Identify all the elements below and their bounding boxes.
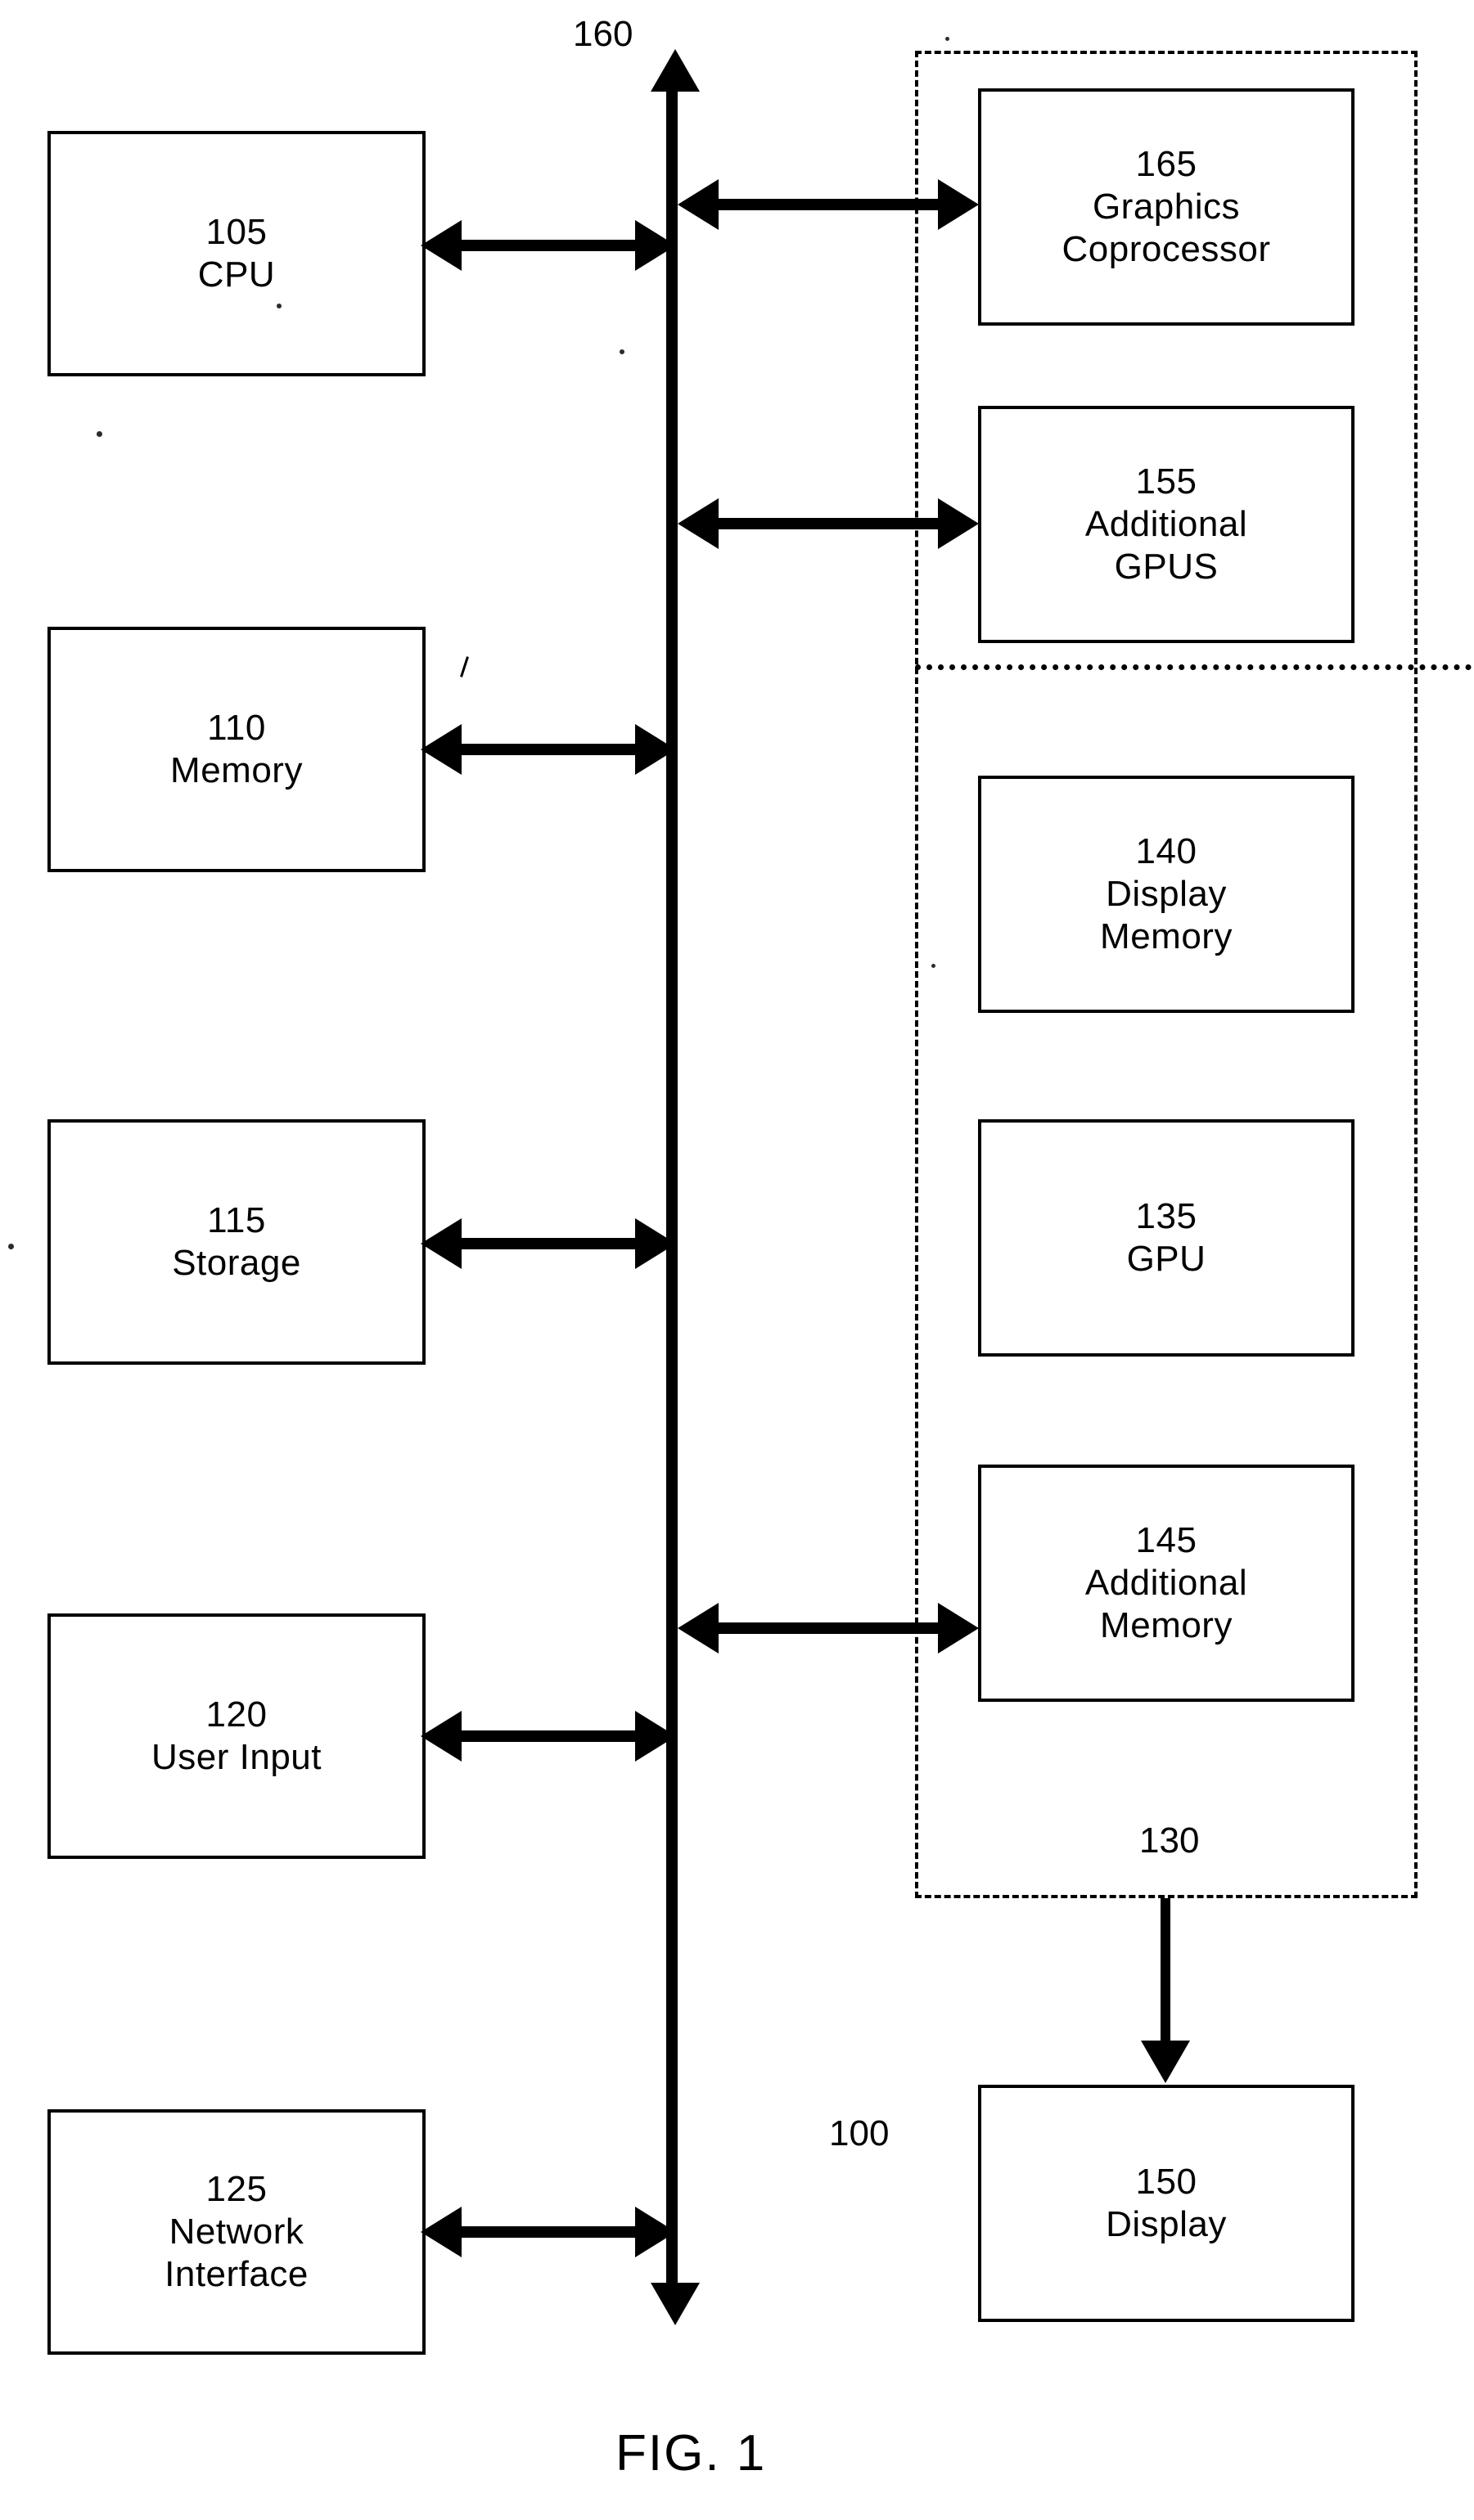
component-box-gpu[interactable]: 135 GPU (978, 1119, 1355, 1357)
connector-display-shaft (1161, 1898, 1170, 2044)
connector-additional-gpus-arrowhead-left (678, 498, 719, 549)
component-ref-115: 115 (207, 1200, 266, 1241)
connector-memory-shaft (458, 744, 663, 755)
connector-network-arrowhead-left (421, 2207, 462, 2257)
component-box-display-memory[interactable]: 140 Display Memory (978, 776, 1355, 1013)
connector-coprocessor-shaft (715, 199, 941, 210)
connector-user-input-arrowhead-left (421, 1711, 462, 1762)
connector-storage-shaft (458, 1238, 663, 1249)
component-name-display-1: Display (1106, 874, 1227, 915)
scan-artifact-stroke (460, 656, 469, 677)
subsystem-internal-divider (915, 664, 1472, 670)
connector-subsystem-arrowhead-right (938, 1603, 979, 1654)
connector-storage-arrowhead-right (635, 1218, 676, 1269)
component-box-user-input[interactable]: 120 User Input (47, 1613, 426, 1859)
scan-speckle (945, 37, 949, 41)
component-box-network-interface[interactable]: 125 Network Interface (47, 2109, 426, 2355)
scan-speckle (8, 1244, 14, 1249)
component-ref-165: 165 (1135, 144, 1197, 185)
bus-ref-label: 160 (573, 14, 633, 54)
component-box-cpu[interactable]: 105 CPU (47, 131, 426, 376)
component-ref-135: 135 (1135, 1196, 1197, 1237)
connector-memory-arrowhead-left (421, 724, 462, 775)
component-name-gpus: GPUS (1114, 546, 1219, 587)
component-box-display[interactable]: 150 Display (978, 2085, 1355, 2322)
scan-speckle (620, 349, 624, 354)
component-box-storage[interactable]: 115 Storage (47, 1119, 426, 1365)
subsystem-ref-label: 130 (1139, 1820, 1200, 1861)
scan-speckle (97, 431, 102, 437)
component-ref-140: 140 (1135, 831, 1197, 872)
patent-figure-page: 160 105 CPU 110 Memory 115 Storage 120 U… (0, 0, 1474, 2520)
system-ref-label: 100 (829, 2113, 890, 2153)
component-name-additional-2: Additional (1084, 1563, 1248, 1604)
component-name-additional-1: Additional (1084, 504, 1248, 545)
component-box-memory[interactable]: 110 Memory (47, 627, 426, 872)
connector-cpu-arrowhead-right (635, 220, 676, 271)
component-box-additional-memory[interactable]: 145 Additional Memory (978, 1465, 1355, 1702)
figure-caption: FIG. 1 (615, 2425, 767, 2482)
connector-additional-gpus-arrowhead-right (938, 498, 979, 549)
component-ref-125: 125 (205, 2169, 268, 2210)
component-name-storage: Storage (172, 1243, 301, 1283)
bus-arrowhead-top (651, 49, 700, 92)
connector-subsystem-arrowhead-left (678, 1603, 719, 1654)
bus-arrowhead-bottom (651, 2283, 700, 2325)
component-ref-145: 145 (1135, 1520, 1197, 1561)
component-ref-155: 155 (1135, 461, 1197, 502)
component-name-memory-2: Memory (1100, 916, 1233, 956)
component-name-user-input: User Input (151, 1737, 322, 1777)
connector-additional-gpus-shaft (715, 518, 941, 529)
component-ref-110: 110 (207, 708, 266, 749)
connector-memory-arrowhead-right (635, 724, 676, 775)
component-ref-105: 105 (205, 212, 268, 253)
connector-coprocessor-arrowhead-right (938, 179, 979, 230)
component-box-additional-gpus[interactable]: 155 Additional GPUS (978, 406, 1355, 643)
component-name-memory-3: Memory (1100, 1604, 1233, 1645)
component-box-graphics-coprocessor[interactable]: 165 Graphics Coprocessor (978, 88, 1355, 326)
component-ref-120: 120 (205, 1694, 268, 1735)
connector-cpu-arrowhead-left (421, 220, 462, 271)
system-bus-line (666, 88, 678, 2289)
connector-subsystem-shaft (715, 1622, 941, 1634)
connector-cpu-shaft (458, 240, 663, 251)
component-ref-150: 150 (1135, 2162, 1197, 2203)
connector-coprocessor-arrowhead-left (678, 179, 719, 230)
scan-speckle (931, 964, 935, 968)
connector-display-arrowhead (1141, 2041, 1190, 2083)
component-name-coprocessor: Coprocessor (1062, 228, 1271, 269)
component-name-interface: Interface (165, 2253, 309, 2294)
component-name-graphics: Graphics (1092, 187, 1241, 227)
component-name-gpu: GPU (1126, 1239, 1206, 1279)
connector-user-input-arrowhead-right (635, 1711, 676, 1762)
component-name-memory: Memory (170, 750, 303, 790)
component-name-display-2: Display (1106, 2204, 1227, 2244)
scan-speckle (277, 304, 282, 308)
connector-network-shaft (458, 2226, 663, 2238)
connector-storage-arrowhead-left (421, 1218, 462, 1269)
connector-network-arrowhead-right (635, 2207, 676, 2257)
component-name-cpu: CPU (197, 254, 276, 295)
connector-user-input-shaft (458, 1730, 663, 1742)
component-name-network: Network (169, 2212, 304, 2252)
